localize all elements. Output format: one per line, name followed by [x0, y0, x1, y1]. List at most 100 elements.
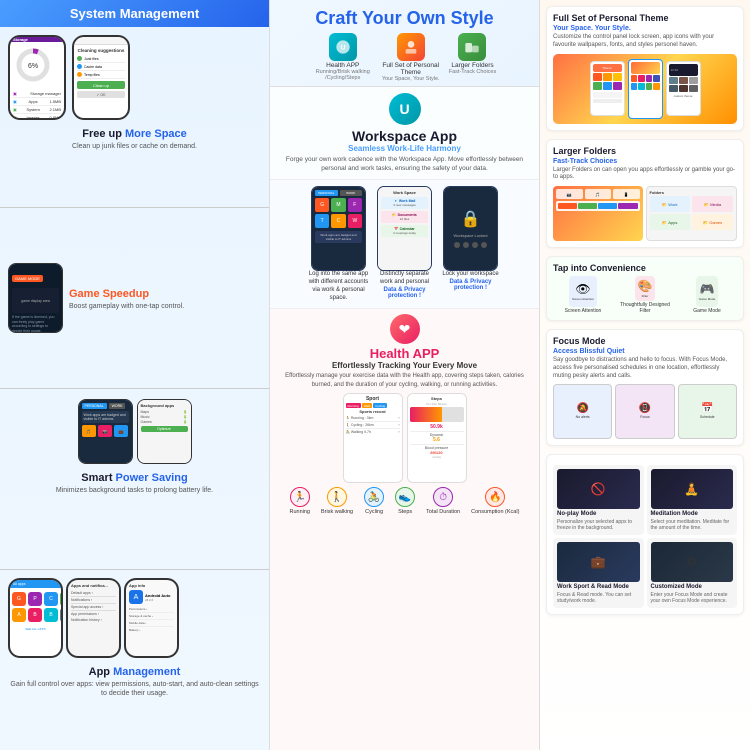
no-play-title: No-play Mode: [557, 511, 640, 517]
health-phone-sport: Sport Running Walk Cycling Sports record…: [343, 393, 403, 483]
power-phones: PERSONAL WORK Work apps are badged and v…: [78, 399, 192, 464]
work-sport-phone: 💼: [557, 542, 640, 582]
power-phone-2: Background apps Maps🔋 Music🔋 Games🔋 Opti…: [137, 399, 192, 464]
tap-title: Tap into Convenience: [553, 263, 737, 273]
theme-section-subtitle: Your Space. Your Style.: [553, 25, 737, 32]
tap-filter-label: Thoughtfully Designed Filter: [615, 302, 675, 314]
theme-phone-display-2: [628, 59, 663, 119]
mode-meditation: 🧘 Meditation Mode Select your meditation…: [647, 465, 738, 535]
no-play-desc: Personalize your selected apps to freeze…: [557, 519, 640, 531]
health-icon: U: [329, 33, 357, 61]
folders-desc: Larger Folders on can open you apps effo…: [553, 167, 737, 183]
workspace-title: Workspace App: [280, 128, 529, 144]
theme-section-title: Full Set of Personal Theme: [553, 13, 737, 23]
meditation-desc: Select your meditation. Meditate for the…: [651, 519, 734, 531]
activity-brisk-walking: 🚶 Brisk walking: [321, 487, 353, 515]
activity-cycling: 🚴 Cycling: [364, 487, 384, 515]
theme-section: Full Set of Personal Theme Your Space. Y…: [546, 6, 744, 131]
tap-phone-filter: 🎨 Filter: [635, 276, 656, 301]
svg-text:6%: 6%: [28, 63, 38, 70]
health-subtitle: Effortlessly Tracking Your Every Move: [280, 361, 529, 370]
tap-game-mode: 🎮 Game Mode Game Mode: [677, 276, 737, 314]
ws-link-2[interactable]: Data & Privacy protection !: [375, 287, 435, 299]
craft-title: Craft Your Own Style: [280, 8, 529, 29]
health-title: Health APP: [280, 346, 529, 361]
left-column: System Management Storage: [0, 0, 270, 750]
svg-text:U: U: [340, 45, 345, 52]
focus-phone-1: 🔕 No alerts: [553, 384, 612, 439]
tap-screen-attention: 👁 Screen Attention Screen Attention: [553, 276, 613, 314]
left-sections: Storage 6% ▣Storage mana: [0, 27, 269, 750]
mode-customized: ⚙ Customized Mode Enter your Focus Mode …: [647, 538, 738, 608]
ws-desc-2: Distinctly separate work and personal: [375, 271, 435, 287]
health-logo: ❤: [390, 314, 420, 344]
ws-link-3[interactable]: Data & Privacy protection !: [441, 279, 501, 291]
health-section: ❤ Health APP Effortlessly Tracking Your …: [270, 309, 539, 750]
folders-icon: [458, 33, 486, 61]
storage-donut: 6%: [13, 45, 53, 85]
power-section: PERSONAL WORK Work apps are badged and v…: [0, 389, 269, 570]
game-phone: GAME MODE game display area If the game …: [8, 263, 63, 333]
workspace-desc: Forge your own work cadence with the Wor…: [280, 155, 529, 173]
folders-subtitle: Fast-Track Choices: [553, 158, 737, 165]
app-mgmt-section: All apps G P C A A B B C: [0, 570, 269, 750]
craft-folders-label: Larger Folders: [451, 62, 493, 69]
app-mgmt-phone-1: All apps G P C A A B B C: [8, 578, 63, 658]
storage-phone: Storage 6% ▣Storage mana: [8, 35, 66, 120]
work-sport-title: Work Sport & Read Mode: [557, 584, 640, 590]
no-play-phone: 🚫: [557, 469, 640, 509]
free-space-title: Free up More Space: [72, 128, 197, 140]
focus-phones-row: 🔕 No alerts 📵 Focus 📅 Schedule: [553, 384, 737, 439]
theme-icon: [397, 33, 425, 61]
activity-icons-row: 🏃 Running 🚶 Brisk walking 🚴 Cycling 👟 St…: [280, 487, 529, 515]
theme-section-desc: Customize the control panel lock screen,…: [553, 34, 737, 50]
focus-mode-subtitle: Access Blissful Quiet: [553, 348, 737, 355]
focus-phone-2: 📵 Focus: [615, 384, 674, 439]
workspace-subtitle: Seamless Work-Life Harmony: [280, 144, 529, 153]
game-section: GAME MODE game display area If the game …: [0, 208, 269, 389]
left-title: System Management: [70, 6, 199, 21]
craft-folders-sublabel: Fast-Track Choices: [449, 69, 496, 75]
modes-section: 🚫 No-play Mode Personalize your selected…: [546, 454, 744, 615]
main-grid: System Management Storage: [0, 0, 750, 750]
app-mgmt-desc: Gain full control over apps: view permis…: [8, 680, 261, 698]
app-mgmt-phone-2: Apps and notifica... Default apps › Noti…: [66, 578, 121, 658]
folders-section: Larger Folders Fast-Track Choices Larger…: [546, 139, 744, 249]
health-screenshots: Sport Running Walk Cycling Sports record…: [280, 393, 529, 483]
folders-title: Larger Folders: [553, 146, 737, 156]
ws-desc-1: Log into the same app with different acc…: [309, 271, 369, 302]
tap-filter: 🎨 Filter Thoughtfully Designed Filter: [615, 276, 675, 314]
free-space-desc: Clean up junk files or cache on demand.: [72, 142, 197, 151]
ws-screenshot-2: Work Space 📧 Work Mail 3 new messages 📂 …: [375, 186, 435, 302]
meditation-title: Meditation Mode: [651, 511, 734, 517]
middle-column: Craft Your Own Style U Health APP Runnin…: [270, 0, 540, 750]
tap-phone-row: 👁 Screen Attention Screen Attention 🎨 Fi…: [553, 276, 737, 314]
cleaning-phone: Cleaning suggestions Junk files Cache da…: [72, 35, 130, 120]
craft-item-theme: Full Set of Personal Theme Your Space, Y…: [381, 33, 441, 82]
tap-game-label: Game Mode: [693, 308, 721, 314]
theme-title-area: Full Set of Personal Theme Your Space. Y…: [553, 13, 737, 50]
craft-health-sublabel: Running/Brisk walking /Cycling/Steps: [313, 69, 373, 81]
activity-steps: 👟 Steps: [395, 487, 415, 515]
craft-header: Craft Your Own Style U Health APP Runnin…: [270, 0, 539, 87]
left-header: System Management: [0, 0, 269, 27]
craft-theme-label: Full Set of Personal Theme: [381, 62, 441, 76]
workspace-logo: U: [389, 93, 421, 125]
theme-phone-display-3: 12:30 custom theme: [666, 61, 701, 116]
tap-phone-screen-attention: 👁 Screen Attention: [569, 276, 597, 307]
ws-screenshot-3: 🔒 Workspace Locked Lock your workspace D…: [441, 186, 501, 302]
theme-phones-display: Theme: [553, 54, 737, 124]
focus-phone-3: 📅 Schedule: [678, 384, 737, 439]
folders-phone-1: 📷 🎵 📱: [553, 186, 643, 241]
ws-screenshot-1: PERSONAL WORK G M F T C W Work apps: [309, 186, 369, 302]
power-phone-1: PERSONAL WORK Work apps are badged and v…: [78, 399, 133, 464]
customized-desc: Enter your Focus Mode and create your ow…: [651, 592, 734, 604]
ws-phone-1: PERSONAL WORK G M F T C W Work apps: [311, 186, 366, 271]
activity-consumption: 🔥 Consumption (Kcal): [471, 487, 519, 515]
app-mgmt-phone-3: App info A Android Autov8.2.6 Permission…: [124, 578, 179, 658]
storage-section: Storage 6% ▣Storage mana: [0, 27, 269, 208]
power-desc: Minimizes background tasks to prolong ba…: [56, 486, 213, 495]
workspace-section: U Workspace App Seamless Work-Life Harmo…: [270, 87, 539, 180]
app-mgmt-title: App Management: [8, 666, 261, 678]
focus-mode-section: Focus Mode Access Blissful Quiet Say goo…: [546, 329, 744, 445]
